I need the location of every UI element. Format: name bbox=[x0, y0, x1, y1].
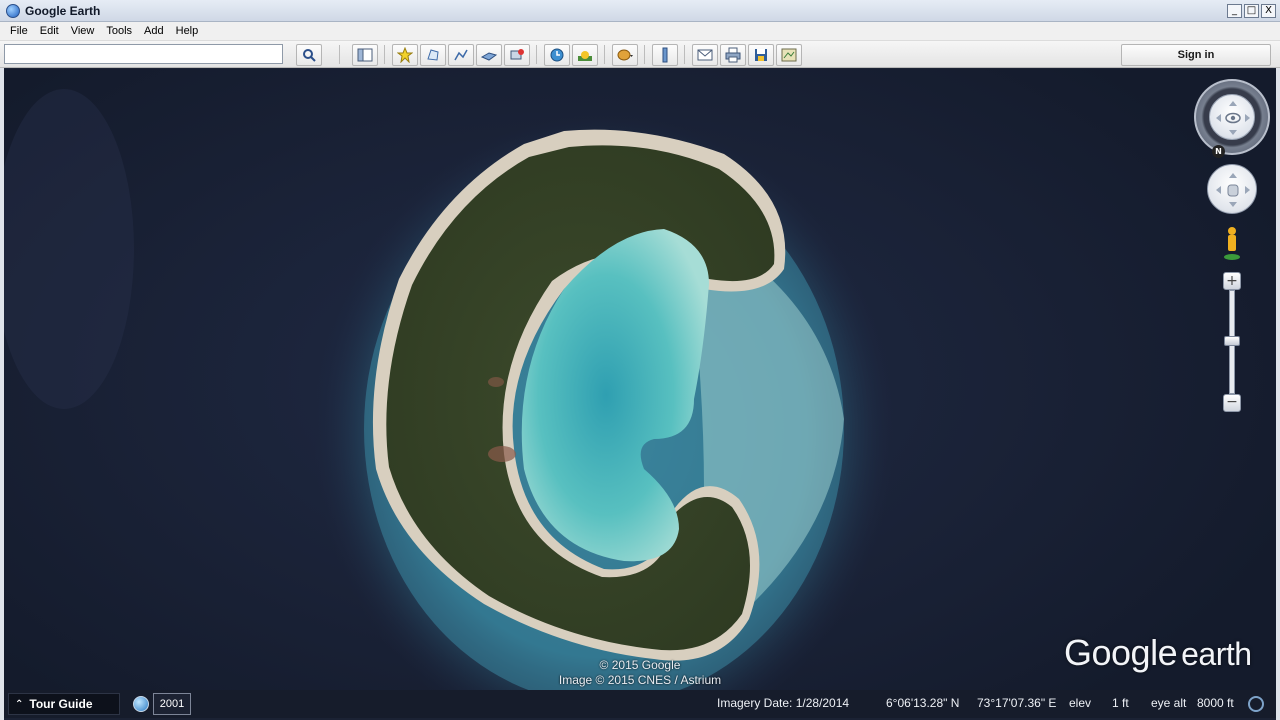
move-navigation-control[interactable] bbox=[1207, 164, 1257, 214]
copyright-line: Image © 2015 CNES / Astrium bbox=[558, 673, 722, 687]
add-placemark-button[interactable] bbox=[392, 44, 418, 66]
toolbar-separator bbox=[644, 45, 645, 64]
view-in-maps-button[interactable] bbox=[776, 44, 802, 66]
eye-alt-label: eye alt bbox=[1151, 696, 1187, 710]
record-tour-icon bbox=[510, 49, 524, 60]
toolbar-separator bbox=[339, 45, 340, 64]
menu-help[interactable]: Help bbox=[170, 25, 205, 37]
sidebar-toggle-icon bbox=[357, 48, 373, 62]
north-indicator[interactable]: N bbox=[1212, 145, 1225, 158]
view-in-maps-icon bbox=[781, 48, 797, 62]
search-input[interactable] bbox=[4, 44, 283, 64]
switch-planets-button[interactable] bbox=[612, 44, 638, 66]
ruler-button[interactable] bbox=[652, 44, 678, 66]
switch-planets-icon bbox=[617, 49, 633, 61]
path-icon bbox=[454, 49, 468, 61]
hand-icon bbox=[1216, 173, 1250, 207]
imagery-copyright: © 2015 Google Image © 2015 CNES / Astriu… bbox=[540, 658, 740, 688]
menu-file[interactable]: File bbox=[0, 25, 34, 37]
imagery-date: Imagery Date: 1/28/2014 bbox=[717, 696, 850, 710]
menu-edit[interactable]: Edit bbox=[34, 25, 65, 37]
minimize-button[interactable]: _ bbox=[1227, 4, 1242, 18]
sunlight-icon bbox=[578, 51, 592, 61]
placemark-icon bbox=[397, 47, 413, 63]
tour-guide-button[interactable]: ⌃ Tour Guide bbox=[8, 693, 120, 715]
pegman-icon bbox=[1224, 227, 1240, 260]
toolbar-separator bbox=[536, 45, 537, 64]
record-tour-button[interactable] bbox=[504, 44, 530, 66]
status-bar: ⌃ Tour Guide 2001 Imagery Date: 1/28/201… bbox=[4, 690, 1276, 718]
google-earth-app-icon bbox=[6, 3, 20, 18]
menu-bar: File Edit View Tools Add Help bbox=[0, 22, 1280, 41]
historical-imagery-icon bbox=[550, 48, 564, 62]
close-button[interactable]: X bbox=[1261, 4, 1276, 18]
logo-earth: earth bbox=[1181, 636, 1252, 672]
zoom-slider-thumb[interactable] bbox=[1224, 336, 1240, 346]
copyright-line: © 2015 Google bbox=[599, 658, 681, 672]
chevron-up-icon: ⌃ bbox=[15, 698, 24, 710]
zoom-out-button[interactable]: − bbox=[1223, 394, 1241, 412]
historical-imagery-button[interactable] bbox=[544, 44, 570, 66]
tour-guide-label: Tour Guide bbox=[29, 697, 93, 711]
google-earth-logo: Google earth bbox=[1064, 632, 1252, 674]
save-image-button[interactable] bbox=[748, 44, 774, 66]
sidebar-toggle-button[interactable] bbox=[352, 44, 378, 66]
eye-icon bbox=[1216, 101, 1250, 135]
add-image-overlay-button[interactable] bbox=[476, 44, 502, 66]
sign-in-button[interactable]: Sign in bbox=[1121, 44, 1271, 66]
toolbar-separator bbox=[684, 45, 685, 64]
street-view-pegman[interactable] bbox=[1222, 225, 1242, 261]
longitude-readout: 73°17'07.36" E bbox=[977, 696, 1057, 710]
look-joystick[interactable] bbox=[1209, 94, 1255, 140]
window-title: Google Earth bbox=[25, 3, 101, 18]
menu-add[interactable]: Add bbox=[138, 25, 170, 37]
historical-imagery-clock-icon[interactable] bbox=[133, 696, 149, 712]
toolbar-separator bbox=[384, 45, 385, 64]
ruler-icon bbox=[662, 47, 668, 63]
add-path-button[interactable] bbox=[448, 44, 474, 66]
search-button[interactable] bbox=[296, 44, 322, 66]
menu-tools[interactable]: Tools bbox=[100, 25, 138, 37]
print-button[interactable] bbox=[720, 44, 746, 66]
eye-alt-value: 8000 ft bbox=[1197, 696, 1234, 710]
window-controls: _ □ X bbox=[1227, 4, 1276, 18]
add-polygon-button[interactable] bbox=[420, 44, 446, 66]
title-bar: Google Earth _ □ X bbox=[0, 0, 1280, 22]
toolbar-separator bbox=[604, 45, 605, 64]
elev-label: elev bbox=[1069, 696, 1092, 710]
logo-google: Google bbox=[1064, 632, 1178, 673]
satellite-imagery-island bbox=[4, 89, 894, 690]
menu-view[interactable]: View bbox=[65, 25, 101, 37]
streaming-status-icon bbox=[1248, 696, 1264, 712]
look-navigation-control[interactable] bbox=[1194, 79, 1270, 155]
polygon-icon bbox=[427, 49, 439, 61]
zoom-in-button[interactable]: + bbox=[1223, 272, 1241, 290]
sunlight-button[interactable] bbox=[572, 44, 598, 66]
imagery-year-box[interactable]: 2001 bbox=[153, 693, 191, 715]
print-icon bbox=[725, 47, 741, 63]
maximize-button[interactable]: □ bbox=[1244, 4, 1259, 18]
email-button[interactable] bbox=[692, 44, 718, 66]
save-image-icon bbox=[755, 49, 767, 61]
email-icon bbox=[697, 49, 713, 61]
elev-value: 1 ft bbox=[1112, 696, 1129, 710]
image-overlay-icon bbox=[481, 52, 497, 61]
toolbar: Sign in bbox=[0, 41, 1280, 68]
map-view[interactable] bbox=[4, 69, 1276, 690]
latitude-readout: 6°06'13.28" N bbox=[886, 696, 960, 710]
search-icon bbox=[303, 49, 316, 62]
